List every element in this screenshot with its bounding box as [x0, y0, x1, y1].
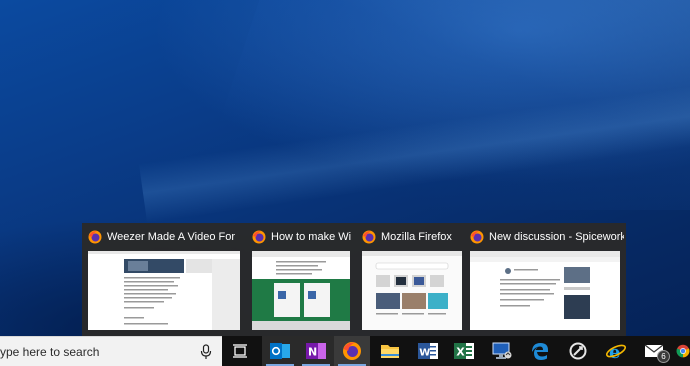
outlook-icon: [270, 343, 290, 359]
preview-window-how-to[interactable]: How to make Wi...: [246, 223, 356, 336]
ie-icon: e: [605, 342, 627, 361]
notification-badge: 6: [657, 350, 670, 363]
edge-icon: [532, 343, 548, 360]
firefox-icon: [252, 230, 266, 244]
internet-explorer-taskbar-button[interactable]: e: [598, 336, 634, 366]
preview-title-text: Weezer Made A Video For Its 'A...: [107, 231, 238, 243]
preview-window-mozilla-firefox[interactable]: Mozilla Firefox: [356, 223, 464, 336]
preview-title-text: Mozilla Firefox: [381, 231, 452, 243]
task-view-button[interactable]: [222, 336, 258, 366]
word-icon: W: [418, 343, 438, 359]
svg-text:e: e: [609, 342, 620, 361]
page-snapshot: [470, 251, 620, 330]
svg-text:W: W: [419, 348, 430, 359]
preview-window-weezer[interactable]: Weezer Made A Video For Its 'A...: [82, 223, 246, 336]
onenote-taskbar-button[interactable]: N: [298, 336, 334, 366]
chrome-taskbar-button[interactable]: [672, 336, 690, 366]
firefox-taskbar-button[interactable]: [334, 336, 370, 366]
taskbar-thumbnail-previews: Weezer Made A Video For Its 'A...: [82, 223, 626, 336]
preview-window-spiceworks[interactable]: New discussion - Spiceworks - ...: [464, 223, 626, 336]
page-snapshot: [252, 251, 350, 330]
firefox-icon: [362, 230, 376, 244]
search-placeholder: ype here to search: [0, 345, 100, 359]
page-snapshot: [362, 251, 462, 330]
excel-taskbar-button[interactable]: X: [446, 336, 482, 366]
preview-title-bar: Mozilla Firefox: [362, 229, 462, 245]
firefox-icon: [88, 230, 102, 244]
onenote-icon: N: [306, 343, 326, 359]
taskbar: ype here to search N W X e 6: [0, 336, 690, 366]
preview-thumbnail: [362, 251, 462, 330]
outlook-taskbar-button[interactable]: [262, 336, 298, 366]
chrome-icon: [676, 344, 690, 358]
excel-icon: X: [454, 343, 474, 359]
preview-title-bar: How to make Wi...: [252, 229, 352, 245]
remote-desktop-icon: [492, 342, 512, 359]
folder-icon: [381, 345, 399, 358]
preview-title-text: New discussion - Spiceworks - ...: [489, 231, 624, 243]
svg-text:N: N: [308, 346, 317, 359]
preview-title-text: How to make Wi...: [271, 231, 352, 243]
page-snapshot: [88, 251, 240, 330]
preview-thumbnail: [252, 251, 350, 330]
remote-desktop-taskbar-button[interactable]: [484, 336, 520, 366]
firefox-icon: [470, 230, 484, 244]
circular-arrow-icon: [569, 342, 587, 360]
firefox-icon: [343, 342, 361, 360]
preview-title-bar: Weezer Made A Video For Its 'A...: [88, 229, 238, 245]
circular-app-taskbar-button[interactable]: [560, 336, 596, 366]
preview-thumbnail: [88, 251, 240, 330]
file-explorer-taskbar-button[interactable]: [372, 336, 408, 366]
svg-text:X: X: [456, 346, 465, 359]
mail-taskbar-button[interactable]: 6: [636, 336, 672, 366]
edge-taskbar-button[interactable]: [522, 336, 558, 366]
task-view-icon: [233, 344, 247, 358]
word-taskbar-button[interactable]: W: [410, 336, 446, 366]
preview-title-bar: New discussion - Spiceworks - ...: [470, 229, 624, 245]
preview-thumbnail: [470, 251, 620, 330]
microphone-icon[interactable]: [200, 344, 212, 360]
search-box[interactable]: ype here to search: [0, 336, 222, 366]
